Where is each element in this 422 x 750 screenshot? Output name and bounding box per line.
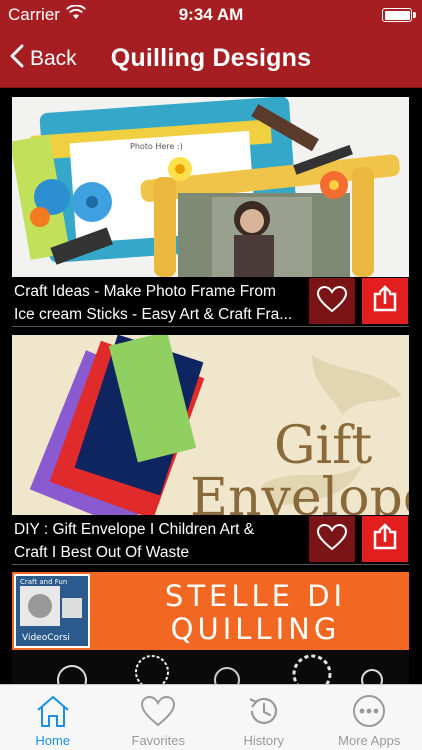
video-title-line: DIY : Gift Envelope I Children Art & — [14, 521, 255, 538]
video-thumbnail[interactable]: Photo Here :) — [12, 97, 409, 277]
status-time: 9:34 AM — [178, 5, 244, 24]
divider — [12, 564, 409, 565]
video-card[interactable]: Photo Here :) Craft Ideas - Make Photo F… — [12, 97, 409, 329]
video-thumbnail[interactable]: Craft and Fun VideoCorsi STELLE DI QUILL… — [12, 572, 409, 684]
quilling-stars-image — [12, 650, 409, 684]
heart-icon — [106, 693, 212, 729]
tab-label: Home — [35, 733, 71, 748]
share-button[interactable] — [362, 278, 408, 324]
logo-bottom-text: VideoCorsi — [22, 633, 70, 643]
share-icon — [370, 284, 400, 319]
heart-icon — [316, 285, 348, 318]
video-title-line: Craft I Best Out Of Waste — [14, 544, 190, 561]
divider — [12, 326, 409, 327]
home-icon — [0, 693, 106, 729]
banner-line: STELLE DI — [164, 579, 347, 613]
tab-label: History — [243, 733, 284, 748]
video-caption-row: DIY : Gift Envelope I Children Art & Cra… — [12, 515, 409, 567]
history-icon — [211, 693, 317, 729]
thumb-gift-text: Gift — [274, 416, 372, 476]
heart-icon — [316, 523, 348, 556]
tab-bar: Home Favorites History More Apps — [0, 684, 422, 750]
videocorsi-logo: Craft and Fun VideoCorsi — [14, 574, 90, 648]
banner-title: STELLE DI QUILLING — [102, 580, 409, 646]
video-title-line: Ice cream Sticks - Easy Art & Craft Fra.… — [14, 306, 293, 323]
more-icon — [317, 693, 422, 729]
video-caption-row: Craft Ideas - Make Photo Frame From Ice … — [12, 277, 409, 329]
tab-home[interactable]: Home — [0, 685, 106, 750]
battery-icon — [382, 8, 416, 22]
video-card[interactable]: Gift Envelope DIY : Gift Envelope I Chil… — [12, 335, 409, 567]
photo-frame-image: Photo Here :) — [12, 97, 409, 277]
gift-envelope-image: Gift Envelope — [12, 335, 409, 515]
status-bar: Carrier 9:34 AM — [0, 0, 422, 30]
stelle-banner: Craft and Fun VideoCorsi STELLE DI QUILL… — [12, 572, 409, 650]
tab-history[interactable]: History — [211, 685, 317, 750]
tab-label: Favorites — [131, 733, 185, 748]
tab-more-apps[interactable]: More Apps — [317, 685, 422, 750]
video-thumbnail[interactable]: Gift Envelope — [12, 335, 409, 515]
share-button[interactable] — [362, 516, 408, 562]
favorite-button[interactable] — [309, 516, 355, 562]
thumb-photo-here-text: Photo Here :) — [130, 142, 183, 151]
share-icon — [370, 522, 400, 557]
logo-top-text: Craft and Fun — [20, 578, 67, 586]
favorite-button[interactable] — [309, 278, 355, 324]
tab-label: More Apps — [338, 733, 401, 748]
navigation-bar: Back Quilling Designs — [0, 30, 422, 88]
page-title: Quilling Designs — [110, 44, 312, 72]
banner-line: QUILLING — [170, 612, 341, 646]
thumb-envelope-text: Envelope — [190, 468, 409, 515]
video-title-line: Craft Ideas - Make Photo Frame From — [14, 283, 276, 300]
tab-favorites[interactable]: Favorites — [106, 685, 212, 750]
video-feed[interactable]: Photo Here :) Craft Ideas - Make Photo F… — [0, 88, 422, 684]
video-title[interactable]: DIY : Gift Envelope I Children Art & Cra… — [14, 518, 306, 564]
video-card[interactable]: Craft and Fun VideoCorsi STELLE DI QUILL… — [12, 572, 409, 684]
video-title[interactable]: Craft Ideas - Make Photo Frame From Ice … — [14, 280, 306, 326]
